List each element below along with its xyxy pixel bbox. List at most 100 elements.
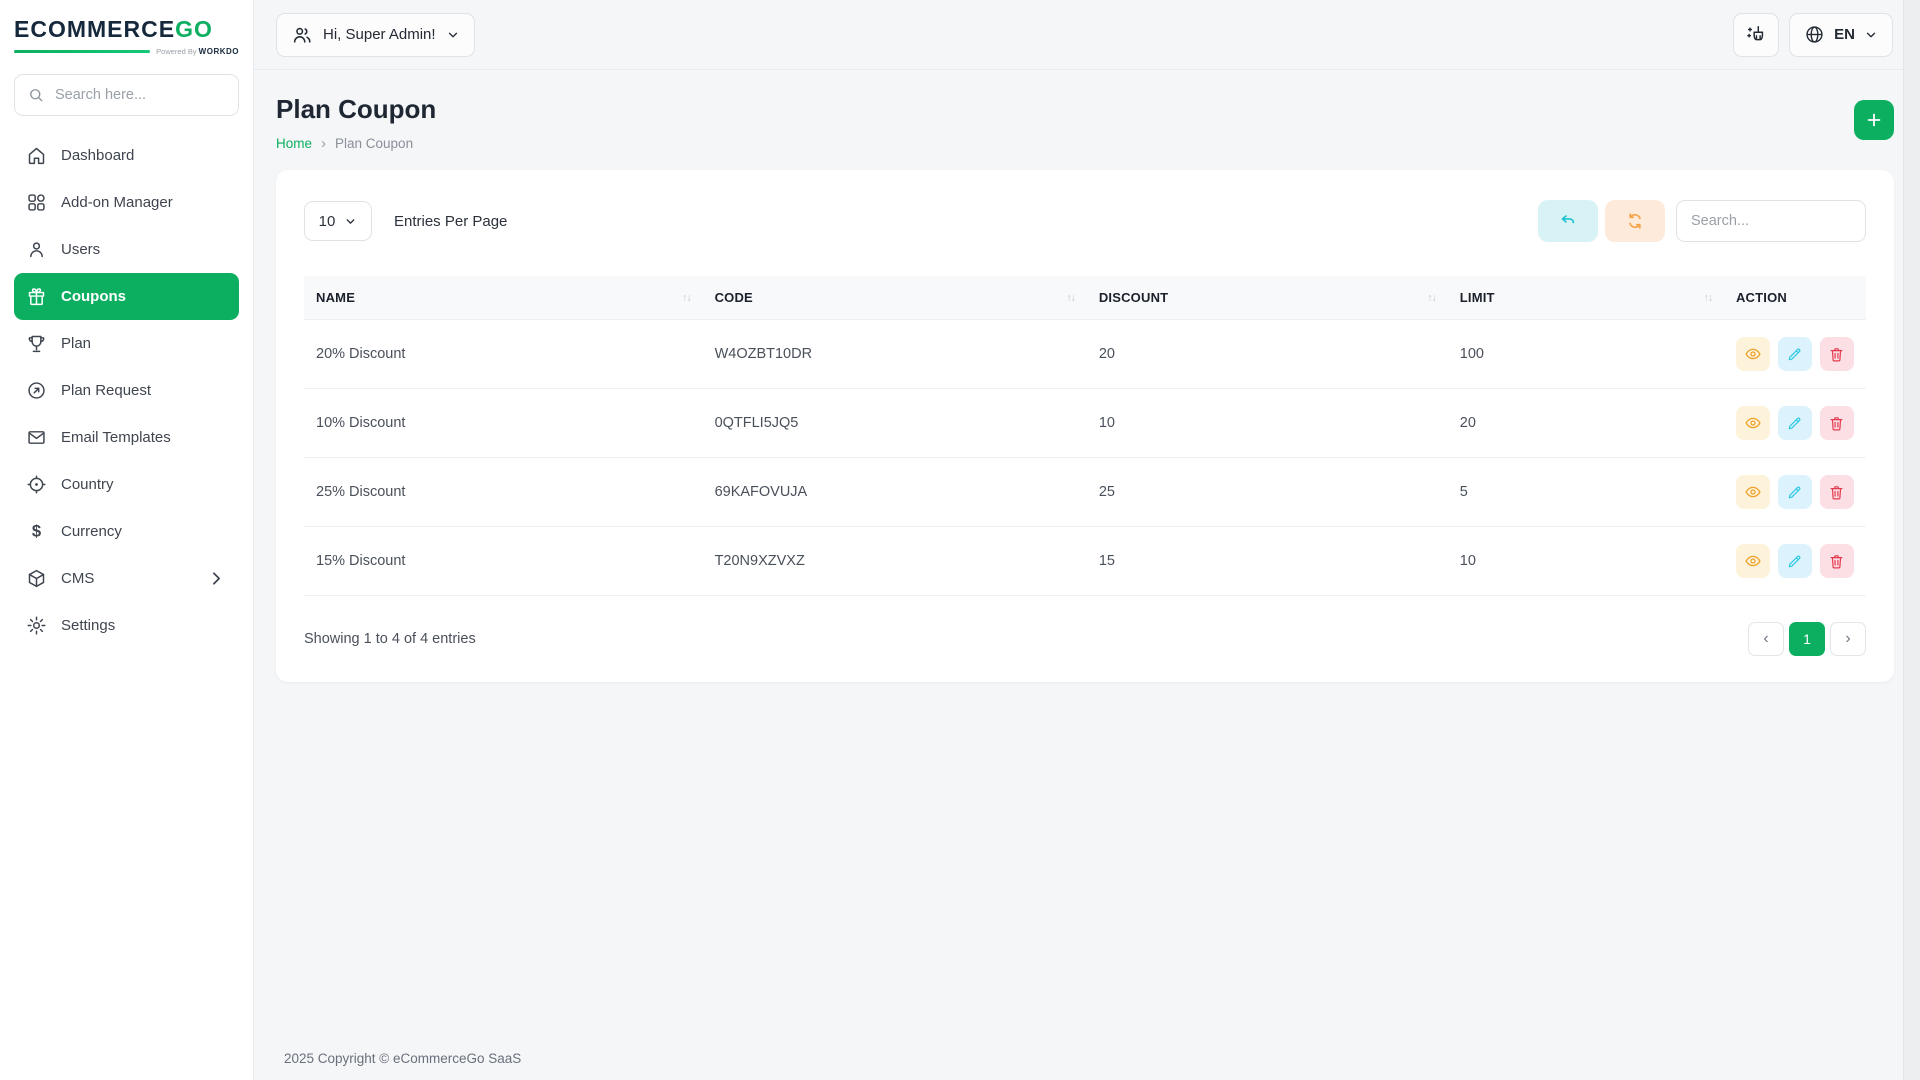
logo-main: ECOMMERCE (14, 16, 175, 42)
home-icon (26, 145, 47, 166)
sidebar-item-label: Currency (61, 523, 122, 540)
sidebar: ECOMMERCEGO Powered By WORKDO Dashboard … (0, 0, 254, 1080)
edit-button[interactable] (1778, 337, 1812, 371)
delete-button[interactable] (1820, 475, 1854, 509)
column-header-action: ACTION (1724, 276, 1866, 320)
cell-name: 15% Discount (304, 527, 703, 596)
delete-button[interactable] (1820, 544, 1854, 578)
cell-limit: 100 (1448, 320, 1724, 389)
broom-icon (1745, 24, 1767, 46)
page-title: Plan Coupon (276, 94, 436, 125)
eye-icon (1744, 414, 1762, 432)
cell-code: W4OZBT10DR (703, 320, 1087, 389)
gift-icon (26, 286, 47, 307)
view-button[interactable] (1736, 544, 1770, 578)
cell-discount: 10 (1087, 389, 1448, 458)
clear-cache-button[interactable] (1733, 13, 1779, 57)
column-header-code[interactable]: CODE↑↓ (703, 276, 1087, 320)
sidebar-item-label: CMS (61, 570, 94, 587)
table-row: 15% Discount T20N9XZVXZ 15 10 (304, 527, 1866, 596)
trash-icon (1828, 484, 1845, 501)
view-button[interactable] (1736, 475, 1770, 509)
gear-icon (26, 615, 47, 636)
pagination-page-1-button[interactable]: 1 (1789, 622, 1825, 656)
entries-value: 10 (319, 213, 336, 230)
app-logo[interactable]: ECOMMERCEGO Powered By WORKDO (14, 16, 239, 56)
sort-icon: ↑↓ (1703, 292, 1712, 304)
copyright-text: 2025 Copyright © eCommerceGo SaaS (284, 1051, 521, 1066)
logo-underline (14, 50, 150, 53)
trash-icon (1828, 346, 1845, 363)
trash-icon (1828, 553, 1845, 570)
powered-by: Powered By WORKDO (156, 47, 239, 56)
pencil-icon (1786, 346, 1803, 363)
chevron-right-icon (206, 568, 227, 589)
sidebar-search-input[interactable] (55, 87, 226, 103)
entries-summary: Showing 1 to 4 of 4 entries (304, 631, 476, 647)
sidebar-item-country[interactable]: Country (14, 461, 239, 508)
trophy-icon (26, 333, 47, 354)
entries-per-page-label: Entries Per Page (394, 213, 507, 230)
sidebar-item-settings[interactable]: Settings (14, 602, 239, 649)
eye-icon (1744, 345, 1762, 363)
breadcrumb-current: Plan Coupon (335, 136, 413, 151)
sidebar-item-label: Plan Request (61, 382, 151, 399)
table-row: 10% Discount 0QTFLI5JQ5 10 20 (304, 389, 1866, 458)
user-greeting: Hi, Super Admin! (323, 26, 436, 43)
edit-button[interactable] (1778, 406, 1812, 440)
user-icon (26, 239, 47, 260)
sort-icon: ↑↓ (1066, 292, 1075, 304)
edit-button[interactable] (1778, 475, 1812, 509)
view-button[interactable] (1736, 337, 1770, 371)
sidebar-item-label: Users (61, 241, 100, 258)
sidebar-item-cms[interactable]: CMS (14, 555, 239, 602)
delete-button[interactable] (1820, 337, 1854, 371)
sidebar-item-coupons[interactable]: Coupons (14, 273, 239, 320)
users-icon (291, 24, 313, 46)
sidebar-item-label: Dashboard (61, 147, 134, 164)
chevron-down-icon (344, 215, 357, 228)
dollar-icon: $ (26, 521, 47, 542)
arrow-up-right-circle-icon (26, 380, 47, 401)
package-icon (26, 568, 47, 589)
sidebar-item-users[interactable]: Users (14, 226, 239, 273)
user-menu[interactable]: Hi, Super Admin! (276, 13, 475, 57)
sidebar-item-dashboard[interactable]: Dashboard (14, 132, 239, 179)
breadcrumb-separator: › (321, 135, 326, 152)
svg-text:$: $ (32, 521, 41, 540)
table-search-input[interactable] (1676, 200, 1866, 242)
table-row: 25% Discount 69KAFOVUJA 25 5 (304, 458, 1866, 527)
chevron-down-icon (1864, 28, 1878, 42)
cell-name: 10% Discount (304, 389, 703, 458)
view-button[interactable] (1736, 406, 1770, 440)
cell-discount: 20 (1087, 320, 1448, 389)
add-coupon-button[interactable] (1854, 100, 1894, 140)
globe-icon (1804, 24, 1825, 45)
grid-icon (26, 192, 47, 213)
topbar: Hi, Super Admin! EN (254, 0, 1903, 70)
column-header-name[interactable]: NAME↑↓ (304, 276, 703, 320)
cell-name: 20% Discount (304, 320, 703, 389)
breadcrumb-home-link[interactable]: Home (276, 136, 312, 151)
sidebar-item-email-templates[interactable]: Email Templates (14, 414, 239, 461)
sidebar-item-currency[interactable]: $ Currency (14, 508, 239, 555)
edit-button[interactable] (1778, 544, 1812, 578)
column-header-discount[interactable]: DISCOUNT↑↓ (1087, 276, 1448, 320)
language-selector[interactable]: EN (1789, 13, 1893, 57)
coupons-card: 10 Entries Per Page NAME↑↓ C (276, 170, 1894, 682)
refresh-button[interactable] (1605, 200, 1665, 242)
pencil-icon (1786, 553, 1803, 570)
table-row: 20% Discount W4OZBT10DR 20 100 (304, 320, 1866, 389)
delete-button[interactable] (1820, 406, 1854, 440)
sidebar-item-addon-manager[interactable]: Add-on Manager (14, 179, 239, 226)
scrollbar[interactable] (1903, 0, 1920, 1080)
entries-per-page-select[interactable]: 10 (304, 201, 372, 241)
pagination-next-button[interactable]: › (1830, 622, 1866, 656)
undo-button[interactable] (1538, 200, 1598, 242)
sidebar-item-plan[interactable]: Plan (14, 320, 239, 367)
chevron-down-icon (446, 28, 460, 42)
mail-icon (26, 427, 47, 448)
sidebar-item-plan-request[interactable]: Plan Request (14, 367, 239, 414)
pagination-prev-button[interactable]: ‹ (1748, 622, 1784, 656)
column-header-limit[interactable]: LIMIT↑↓ (1448, 276, 1724, 320)
